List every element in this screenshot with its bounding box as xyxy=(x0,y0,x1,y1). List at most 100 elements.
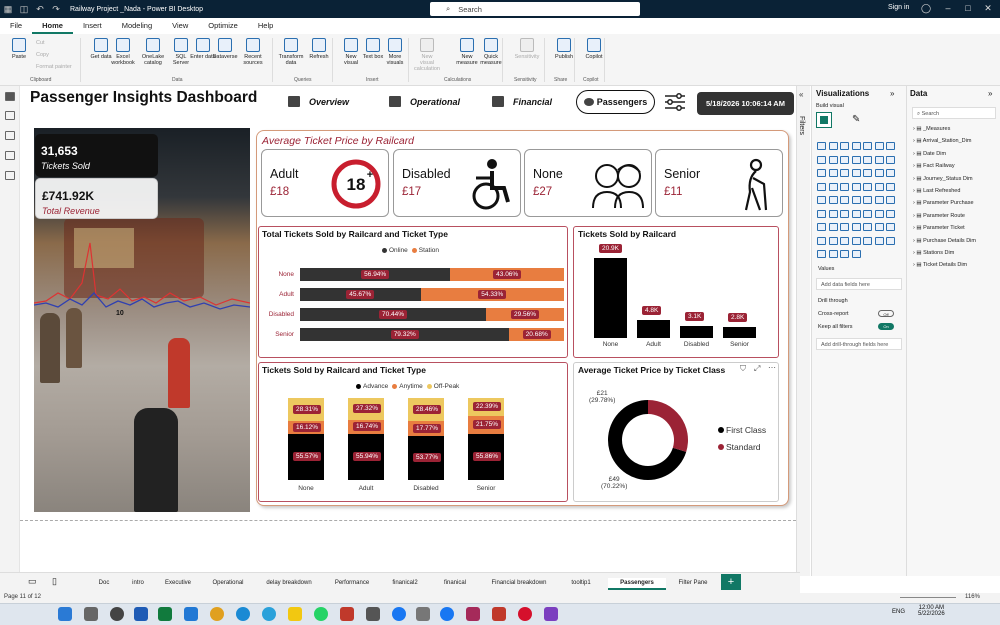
chat-app-icon[interactable] xyxy=(110,607,124,621)
visual-type-icon[interactable] xyxy=(817,142,826,150)
visual-type-icon[interactable] xyxy=(874,155,884,164)
visual-type-icon[interactable] xyxy=(851,169,861,177)
user-avatar-icon[interactable]: ◯ xyxy=(918,3,934,14)
visual-type-icon[interactable] xyxy=(886,209,895,218)
visual-type-icon[interactable] xyxy=(817,155,826,164)
values-drop-field[interactable]: Add data fields here xyxy=(816,278,902,290)
ribbon-button-0[interactable]: Paste xyxy=(6,38,32,60)
minimize-icon[interactable]: – xyxy=(940,3,956,13)
visual-type-icon[interactable] xyxy=(840,142,849,150)
menu-modeling[interactable]: Modeling xyxy=(112,18,162,34)
build-visual-tab-icon[interactable] xyxy=(816,112,832,128)
table-item[interactable]: › ▤ Stations Dim xyxy=(913,250,954,256)
page-tab[interactable]: tooltip1 xyxy=(560,578,602,590)
redo-icon[interactable]: ↷ xyxy=(48,4,64,15)
save-icon[interactable]: ◫ xyxy=(16,4,32,15)
add-page-button[interactable]: + xyxy=(721,574,741,590)
visual-type-icon[interactable] xyxy=(886,182,895,191)
page-tab[interactable]: Doc xyxy=(90,578,118,590)
visual-type-icon[interactable] xyxy=(817,196,826,204)
visual-type-icon[interactable] xyxy=(851,142,861,150)
table-item[interactable]: › ▤ _Measures xyxy=(913,126,950,132)
table-item[interactable]: › ▤ Journey_Status Dim xyxy=(913,176,973,182)
bar[interactable] xyxy=(594,258,627,338)
maximize-icon[interactable]: □ xyxy=(960,3,976,13)
visual-type-icon[interactable] xyxy=(840,209,849,218)
ribbon-button-8[interactable]: Transform data xyxy=(278,38,304,66)
page-tab[interactable]: Performance xyxy=(326,578,378,590)
menu-optimize[interactable]: Optimize xyxy=(198,18,248,34)
visual-type-icon[interactable] xyxy=(840,196,849,204)
file-explorer-icon[interactable] xyxy=(84,607,98,621)
bar[interactable] xyxy=(637,319,670,338)
visual-type-icon[interactable] xyxy=(828,196,838,204)
donut-slice-standard[interactable] xyxy=(648,400,688,452)
nav-operational-button[interactable]: Operational xyxy=(389,96,460,107)
table-item[interactable]: › ▤ Parameter Ticket xyxy=(913,225,965,231)
undo-icon[interactable]: ↶ xyxy=(32,4,48,15)
dax-query-icon[interactable] xyxy=(5,151,15,160)
powerbi-icon[interactable] xyxy=(288,607,302,621)
bar[interactable] xyxy=(723,327,756,338)
page-tab[interactable]: Operational xyxy=(204,578,252,590)
visual-type-icon[interactable] xyxy=(828,142,838,150)
keep-filters-toggle[interactable]: On xyxy=(878,323,894,330)
close-icon[interactable]: ✕ xyxy=(980,3,996,14)
facebook-icon-2[interactable] xyxy=(440,607,454,621)
page-tab[interactable]: Executive xyxy=(158,578,198,590)
visual-type-icon[interactable] xyxy=(840,169,849,177)
legend-online[interactable]: Online xyxy=(389,247,408,254)
visual-type-icon[interactable] xyxy=(863,169,872,177)
copy-button[interactable]: Copy xyxy=(36,52,49,58)
table-item[interactable]: › ▤ Parameter Route xyxy=(913,213,965,219)
legend-first-class[interactable]: First Class xyxy=(714,425,766,435)
legend-advance[interactable]: Advance xyxy=(363,383,388,390)
nav-passengers-button[interactable]: Passengers xyxy=(576,90,655,114)
table-item[interactable]: › ▤ Last Refreshed xyxy=(913,188,960,194)
table-item[interactable]: › ▤ Fact Railway xyxy=(913,163,955,169)
ribbon-button-2[interactable]: Excel workbook xyxy=(110,38,136,66)
collapse-viz-icon[interactable]: » xyxy=(890,89,894,98)
legend-anytime[interactable]: Anytime xyxy=(399,383,422,390)
cut-button[interactable]: Cut xyxy=(36,40,45,46)
visual-type-icon[interactable] xyxy=(874,196,884,204)
visual-type-icon[interactable] xyxy=(817,250,826,258)
ribbon-button-6[interactable]: Dataverse xyxy=(212,38,238,60)
visual-type-icon[interactable] xyxy=(874,182,884,191)
menu-help[interactable]: Help xyxy=(248,18,283,34)
page-tab[interactable]: intro xyxy=(124,578,152,590)
ribbon-button-14[interactable]: New measure xyxy=(454,38,480,66)
visual-type-icon[interactable] xyxy=(886,196,895,204)
terminal-icon[interactable] xyxy=(366,607,380,621)
visual-type-icon[interactable] xyxy=(817,223,826,231)
more-options-icon[interactable]: ⋯ xyxy=(768,363,776,372)
pinterest-icon[interactable] xyxy=(518,607,532,621)
visual-type-icon[interactable] xyxy=(886,169,895,177)
ribbon-button-9[interactable]: Refresh xyxy=(306,38,332,60)
telegram-icon[interactable] xyxy=(262,607,276,621)
format-painter-button[interactable]: Format painter xyxy=(36,64,72,70)
start-icon[interactable] xyxy=(58,607,72,621)
data-search-input[interactable]: ⌕ Search xyxy=(912,107,996,119)
vscode-icon[interactable] xyxy=(184,607,198,621)
ribbon-button-13[interactable]: New visual calculation xyxy=(414,38,440,72)
visual-type-icon[interactable] xyxy=(886,155,895,164)
nav-overview-button[interactable]: Overview xyxy=(288,96,349,107)
visual-type-icon[interactable] xyxy=(828,250,838,258)
visual-type-icon[interactable] xyxy=(851,236,861,245)
visual-type-icon[interactable] xyxy=(863,209,872,218)
whatsapp-icon[interactable] xyxy=(314,607,328,621)
legend-standard[interactable]: Standard xyxy=(714,442,761,452)
table-item[interactable]: › ▤ Ticket Details Dim xyxy=(913,262,967,268)
word-icon[interactable] xyxy=(134,607,148,621)
page-tab[interactable]: Passengers xyxy=(608,578,666,590)
table-view-icon[interactable] xyxy=(5,111,15,120)
zoom-slider[interactable] xyxy=(900,597,956,598)
filter-icon[interactable]: ⛉ xyxy=(740,364,746,374)
page-tab[interactable]: finanical xyxy=(432,578,478,590)
table-item[interactable]: › ▤ Date Dim xyxy=(913,151,946,157)
table-item[interactable]: › ▤ Purchase Details Dim xyxy=(913,238,976,244)
visual-type-icon[interactable] xyxy=(817,236,826,245)
railcard-card-adult[interactable]: Adult £18 18 + xyxy=(261,149,389,217)
visual-type-icon[interactable] xyxy=(817,209,826,218)
